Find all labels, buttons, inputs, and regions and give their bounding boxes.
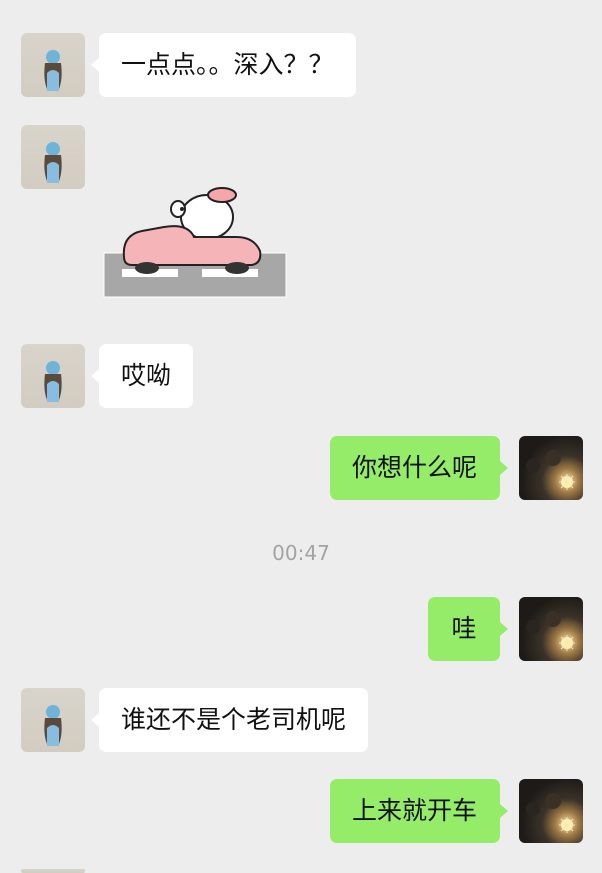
message-timestamp: 00:47 — [272, 541, 330, 565]
message-row: 上来就开车 — [0, 779, 602, 843]
message-row: 哎呦 — [0, 344, 602, 408]
contact-avatar[interactable] — [21, 33, 85, 97]
message-text: 上来就开车 — [352, 796, 478, 825]
pink-car-cat-sticker[interactable] — [102, 183, 288, 315]
contact-avatar[interactable] — [21, 125, 85, 189]
avatar-photo-icon — [526, 793, 575, 833]
sticker-image-icon — [103, 187, 287, 298]
avatar-figure-icon — [44, 361, 62, 402]
message-bubble[interactable]: 一点点。。深入？？ — [91, 33, 356, 97]
message-row: 一点点。。深入？？ — [0, 33, 602, 97]
message-row — [0, 125, 602, 315]
message-text: 一点点。。深入？？ — [121, 50, 334, 79]
avatar-figure-icon — [44, 50, 62, 91]
avatar-figure-icon — [44, 705, 62, 746]
avatar-photo-icon — [526, 611, 575, 651]
contact-avatar[interactable] — [21, 344, 85, 408]
message-row: 你想什么呢 — [0, 436, 602, 500]
message-row: 谁还不是个老司机呢 — [0, 688, 602, 752]
message-text: 哇 — [451, 614, 477, 643]
message-bubble[interactable]: 你想什么呢 — [330, 436, 508, 500]
user-avatar[interactable] — [519, 597, 583, 661]
message-text: 谁还不是个老司机呢 — [121, 705, 347, 734]
user-avatar[interactable] — [519, 779, 583, 843]
message-bubble[interactable]: 哇 — [428, 597, 508, 661]
message-row: 哇 — [0, 597, 602, 661]
message-text: 你想什么呢 — [352, 453, 478, 482]
contact-avatar[interactable] — [21, 688, 85, 752]
contact-avatar[interactable] — [21, 869, 85, 873]
message-bubble[interactable]: 哎呦 — [90, 344, 194, 408]
message-text: 哎呦 — [121, 361, 172, 390]
avatar-figure-icon — [44, 142, 62, 183]
message-bubble[interactable]: 上来就开车 — [330, 779, 508, 843]
avatar-photo-icon — [526, 450, 575, 490]
user-avatar[interactable] — [519, 436, 583, 500]
message-bubble[interactable]: 谁还不是个老司机呢 — [90, 688, 369, 752]
